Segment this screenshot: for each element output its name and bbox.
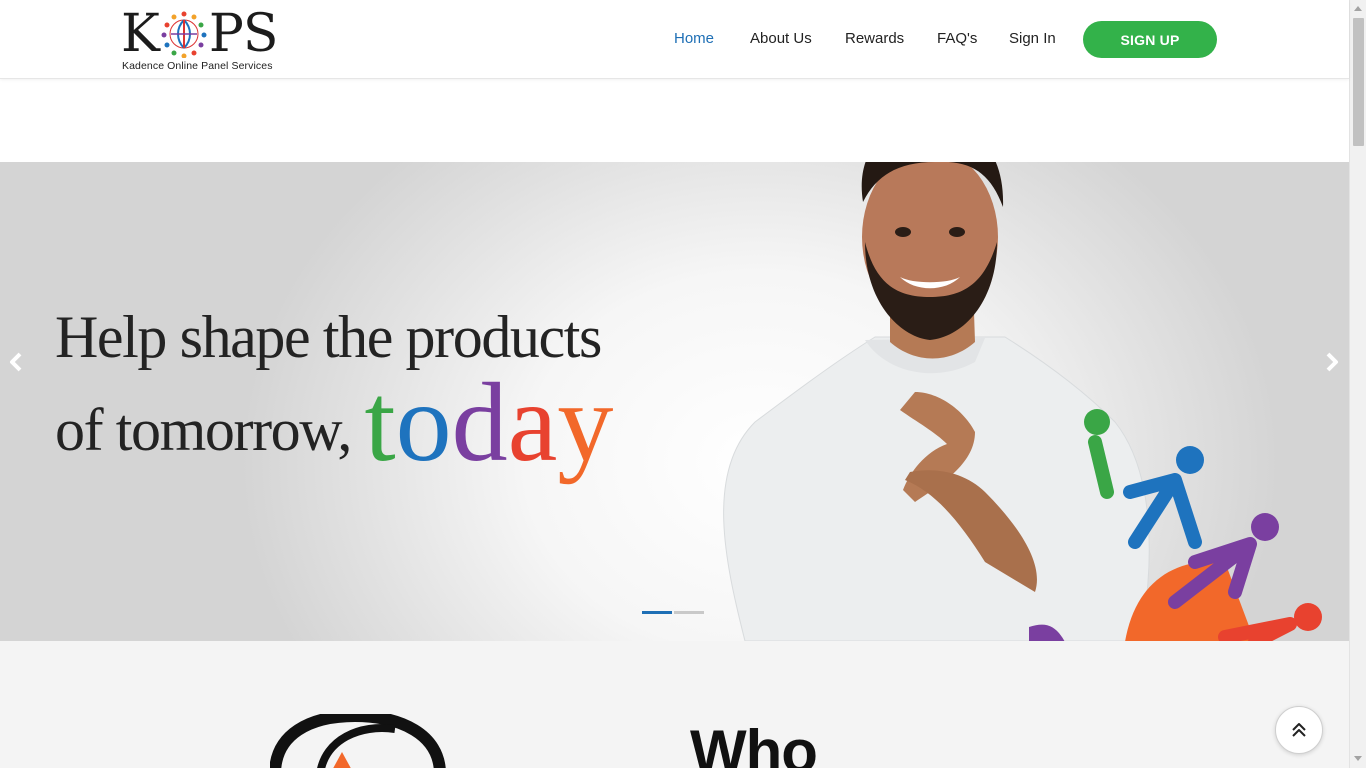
target-logo-icon	[270, 714, 446, 768]
main-nav: Home About Us Rewards FAQ's Sign In SIGN…	[0, 0, 1349, 79]
hero-image	[685, 162, 1349, 641]
nav-rewards[interactable]: Rewards	[845, 30, 904, 48]
page-scrollbar[interactable]	[1349, 0, 1366, 768]
site-header: K PS Kadence Online Panel Services Home …	[0, 0, 1349, 79]
section-heading: Who	[690, 718, 818, 768]
accent-letter: t	[364, 361, 396, 485]
carousel-indicators	[642, 611, 704, 614]
carousel-indicator-2[interactable]	[674, 611, 704, 614]
hero-headline: Help shape the products of tomorrow, tod…	[55, 302, 613, 479]
nav-faqs[interactable]: FAQ's	[937, 30, 977, 48]
accent-letter: y	[557, 361, 614, 485]
hero-carousel: Help shape the products of tomorrow, tod…	[0, 162, 1349, 641]
colorful-people-icon	[1029, 409, 1322, 641]
double-chevron-up-icon	[1292, 723, 1306, 737]
carousel-next-button[interactable]	[1320, 347, 1344, 377]
carousel-prev-button[interactable]	[4, 347, 28, 377]
chevron-left-icon	[10, 352, 22, 372]
scroll-down-arrow[interactable]	[1354, 756, 1362, 761]
nav-sign-in[interactable]: Sign In	[1009, 30, 1056, 48]
chevron-right-icon	[1326, 352, 1338, 372]
nav-home[interactable]: Home	[674, 30, 714, 48]
accent-letter: o	[395, 361, 452, 485]
hero-headline-line2-wrap: of tomorrow, today	[55, 367, 613, 479]
scroll-up-arrow[interactable]	[1354, 6, 1362, 11]
hero-headline-line2: of tomorrow,	[55, 397, 352, 463]
sign-up-button[interactable]: SIGN UP	[1083, 21, 1217, 58]
hero-headline-accent: today	[365, 361, 614, 485]
accent-letter: a	[507, 361, 558, 485]
nav-about-us[interactable]: About Us	[750, 30, 812, 48]
scroll-to-top-button[interactable]	[1275, 706, 1323, 754]
carousel-indicator-1[interactable]	[642, 611, 672, 614]
accent-letter: d	[451, 361, 508, 485]
scrollbar-thumb[interactable]	[1353, 18, 1364, 146]
who-we-are-section: Who	[0, 641, 1349, 768]
